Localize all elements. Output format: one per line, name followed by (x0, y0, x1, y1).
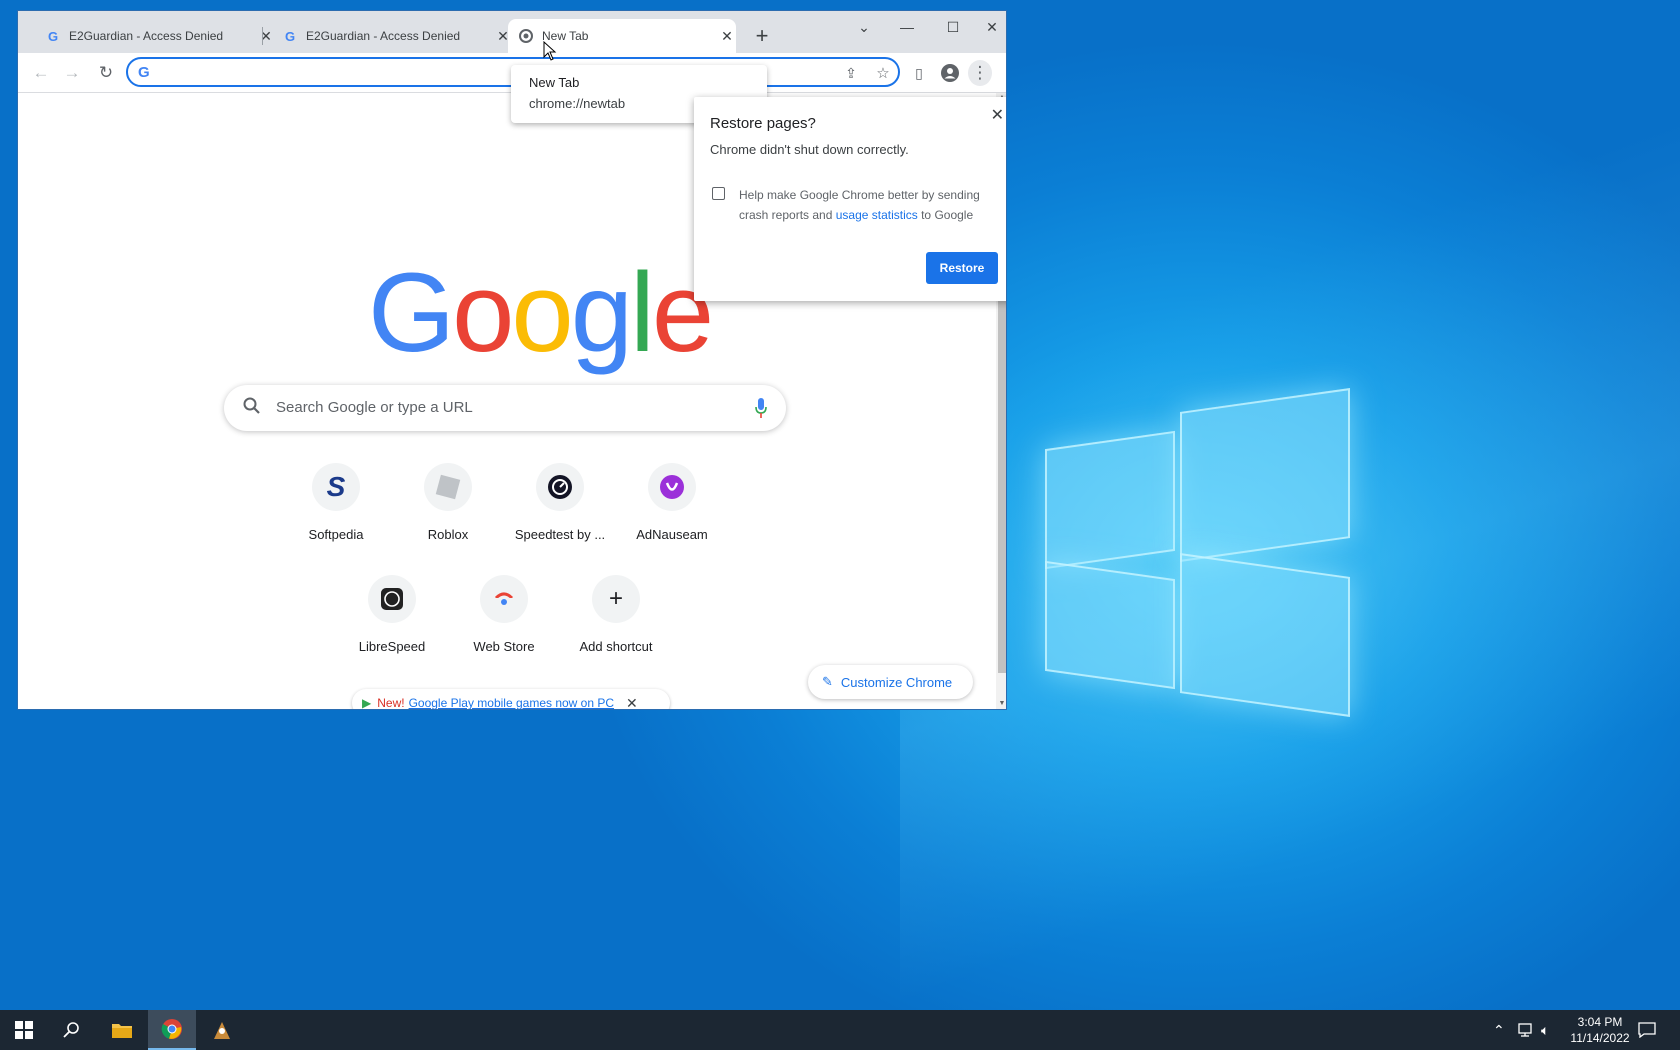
promo-link[interactable]: Google Play mobile games now on PC (409, 696, 614, 709)
show-hidden-icons[interactable]: ⌃ (1493, 1010, 1505, 1050)
close-icon[interactable]: ✕ (626, 695, 638, 710)
chrome-window: G E2Guardian - Access Denied ✕ G E2Guard… (17, 10, 1007, 710)
tab-e2guardian-2[interactable]: G E2Guardian - Access Denied ✕ (272, 19, 512, 53)
clock-time: 3:04 PM (1577, 1015, 1623, 1029)
bookmark-star-icon[interactable]: ☆ (870, 60, 896, 86)
tab-search-icon[interactable]: ⌄ (841, 11, 887, 43)
pencil-icon: ✎ (822, 674, 833, 689)
speedtest-icon (536, 463, 584, 511)
checkbox-text-end: to Google (917, 208, 974, 222)
close-icon[interactable]: ✕ (991, 105, 1004, 125)
search-box[interactable]: Search Google or type a URL (224, 385, 786, 431)
shortcut-librespeed[interactable]: LibreSpeed (336, 575, 448, 654)
reload-icon[interactable]: ↻ (93, 60, 119, 86)
restore-subtitle: Chrome didn't shut down correctly. (710, 142, 909, 157)
shortcut-label: Softpedia (308, 527, 364, 542)
tab-strip: G E2Guardian - Access Denied ✕ G E2Guard… (18, 11, 1006, 53)
softpedia-icon: S (312, 463, 360, 511)
google-favicon-icon: G (284, 28, 296, 44)
maximize-button[interactable]: ☐ (930, 11, 976, 43)
adnauseam-icon (648, 463, 696, 511)
restore-title: Restore pages? (710, 115, 816, 132)
google-logo: Google (368, 250, 714, 375)
mouse-cursor-icon (543, 41, 557, 61)
chrome-icon (518, 28, 534, 44)
folder-icon (112, 1024, 132, 1038)
minimize-button[interactable]: — (884, 11, 930, 43)
tab-title: E2Guardian - Access Denied (69, 29, 224, 43)
google-favicon-icon: G (47, 28, 59, 44)
usage-statistics-link[interactable]: usage statistics (836, 208, 918, 222)
promo-banner: ▶ New! Google Play mobile games now on P… (352, 689, 670, 710)
checkbox-label: Help make Google Chrome better by sendin… (739, 185, 999, 225)
tab-e2guardian-1[interactable]: G E2Guardian - Access Denied ✕ (35, 19, 275, 53)
shortcut-adnauseam[interactable]: AdNauseam (616, 463, 728, 542)
promo-new-label: New! (377, 696, 405, 710)
search-placeholder: Search Google or type a URL (276, 399, 473, 416)
plus-icon: + (592, 575, 640, 623)
shortcut-label: Speedtest by ... (514, 527, 606, 542)
customize-label: Customize Chrome (840, 674, 953, 690)
notification-icon[interactable] (1638, 1010, 1656, 1050)
tab-title: New Tab (542, 29, 589, 43)
back-arrow-icon[interactable]: ← (28, 60, 54, 86)
file-explorer-button[interactable] (98, 1010, 146, 1050)
clock-date: 11/14/2022 (1570, 1031, 1630, 1045)
tab-separator (262, 27, 263, 45)
librespeed-icon (368, 575, 416, 623)
shortcut-label: AdNauseam (636, 527, 708, 542)
shortcut-label: Roblox (427, 527, 469, 542)
tab-title: E2Guardian - Access Denied (306, 29, 461, 43)
shortcut-label: LibreSpeed (358, 639, 426, 654)
shortcut-label: Web Store (473, 639, 535, 654)
network-icon[interactable] (1517, 1010, 1535, 1050)
shortcut-roblox[interactable]: Roblox (392, 463, 504, 542)
web-store-icon (480, 575, 528, 623)
chrome-icon (161, 1019, 182, 1039)
restore-button[interactable]: Restore (926, 252, 998, 284)
start-button[interactable] (0, 1010, 48, 1050)
clock[interactable]: 3:04 PM 11/14/2022 (1560, 1014, 1640, 1046)
app-taskbar-button[interactable] (198, 1010, 246, 1050)
shortcut-add[interactable]: + Add shortcut (560, 575, 672, 654)
close-window-button[interactable]: ✕ (976, 11, 1006, 43)
windows-logo (1040, 388, 1360, 720)
shortcut-softpedia[interactable]: S Softpedia (280, 463, 392, 542)
chrome-taskbar-button[interactable] (148, 1010, 196, 1050)
volume-icon[interactable]: 🔈︎ (1541, 1010, 1549, 1050)
customize-chrome-button[interactable]: ✎ Customize Chrome (808, 665, 973, 699)
crash-report-checkbox[interactable] (712, 187, 725, 200)
profile-icon[interactable] (937, 60, 963, 86)
shortcut-web-store[interactable]: Web Store (448, 575, 560, 654)
search-icon (243, 397, 260, 414)
shortcut-label: Add shortcut (579, 639, 653, 654)
restore-pages-dialog: Restore pages? Chrome didn't shut down c… (694, 97, 1006, 301)
shortcut-speedtest[interactable]: Speedtest by ... (504, 463, 616, 542)
search-icon (63, 1022, 79, 1038)
side-panel-icon[interactable]: ▯ (906, 60, 932, 86)
share-icon[interactable]: ⇪ (838, 60, 864, 86)
scroll-down-icon[interactable]: ▼ (996, 699, 1006, 709)
close-icon[interactable]: ✕ (718, 28, 736, 45)
taskbar: ⌃ 🔈︎ 3:04 PM 11/14/2022 (0, 1010, 1680, 1050)
roblox-icon (424, 463, 472, 511)
search-button[interactable] (48, 1010, 96, 1050)
windows-start-icon (15, 1021, 33, 1039)
forward-arrow-icon[interactable]: → (59, 60, 85, 86)
app-icon (214, 1022, 230, 1039)
microphone-icon[interactable] (754, 397, 768, 419)
new-tab-button[interactable]: + (750, 25, 774, 47)
hovercard-title: New Tab (529, 75, 580, 90)
google-play-icon: ▶ (362, 696, 372, 710)
google-g-icon: G (138, 64, 150, 81)
menu-kebab-icon[interactable]: ⋮ (968, 60, 992, 86)
